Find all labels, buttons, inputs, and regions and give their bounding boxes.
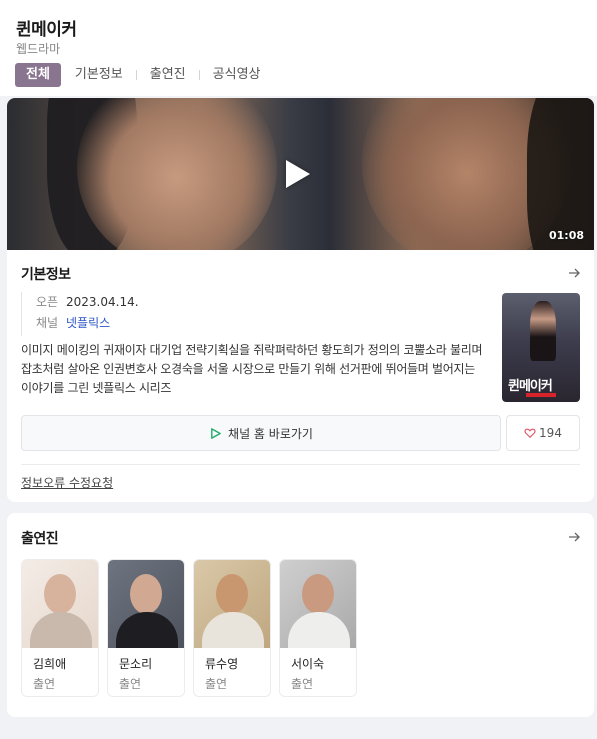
play-icon: [211, 427, 221, 439]
like-button[interactable]: 194: [506, 415, 580, 451]
cast-role: 출연: [205, 677, 228, 691]
cast-photo: [108, 560, 184, 648]
cast-photo-body: [202, 612, 264, 648]
cast-photo-head: [44, 574, 76, 614]
genre-label: 웹드라마: [16, 42, 61, 56]
cast-card-item[interactable]: 문소리 출연: [107, 559, 185, 697]
poster-image[interactable]: 퀸메이커: [502, 293, 580, 402]
video-still: [527, 98, 594, 250]
channel-home-button[interactable]: 채널 홈 바로가기: [21, 415, 501, 451]
heart-icon: [524, 428, 536, 439]
channel-home-label: 채널 홈 바로가기: [228, 426, 313, 441]
report-error-link[interactable]: 정보오류 수정요청: [21, 474, 113, 491]
cast-photo-body: [30, 612, 92, 648]
cast-role: 출연: [119, 677, 142, 691]
cast-photo: [22, 560, 98, 648]
cast-photo-head: [216, 574, 248, 614]
cast-card-item[interactable]: 김희애 출연: [21, 559, 99, 697]
cast-role: 출연: [33, 677, 56, 691]
basic-info-card: 01:08 기본정보 오픈 2023.04.14. 채널 넷플릭스 이미지 메이킹의…: [7, 98, 594, 502]
poster-title: 퀸메이커: [508, 379, 553, 394]
info-key: 오픈: [36, 295, 59, 309]
cast-card-item[interactable]: 류수영 출연: [193, 559, 271, 697]
cast-name: 류수영: [205, 657, 239, 671]
tab-all[interactable]: 전체: [15, 63, 61, 87]
poster-figure: [530, 301, 556, 361]
cast-name: 서이숙: [291, 657, 325, 671]
video-still: [77, 98, 277, 250]
tab-bar: 전체 기본정보 출연진 공식영상: [15, 63, 274, 87]
video-duration: 01:08: [548, 229, 584, 242]
tab-basic-info[interactable]: 기본정보: [61, 63, 136, 87]
play-icon[interactable]: [286, 160, 310, 188]
section-title-cast: 출연진: [21, 531, 59, 547]
synopsis: 이미지 메이킹의 귀재이자 대기업 전략기획실을 쥐락펴락하던 황도희가 정의의…: [21, 343, 483, 395]
cast-card: 출연진 김희애 출연 문소리 출연 류수영 출연 서이숙 출연: [7, 513, 594, 717]
cast-photo-head: [130, 574, 162, 614]
info-value: 2023.04.14.: [66, 295, 139, 309]
cast-name: 문소리: [119, 657, 153, 671]
cast-list: 김희애 출연 문소리 출연 류수영 출연 서이숙 출연: [21, 559, 365, 697]
arrow-right-icon[interactable]: [567, 266, 581, 280]
tab-official-video[interactable]: 공식영상: [200, 63, 274, 87]
cast-photo: [194, 560, 270, 648]
cast-photo-body: [288, 612, 350, 648]
video-player[interactable]: 01:08: [7, 98, 594, 250]
cast-name: 김희애: [33, 657, 67, 671]
arrow-right-icon[interactable]: [567, 530, 581, 544]
cast-photo-head: [302, 574, 334, 614]
channel-link[interactable]: 넷플릭스: [66, 316, 110, 330]
info-row-open: 오픈 2023.04.14.: [36, 292, 139, 313]
cast-photo: [280, 560, 356, 648]
page-title: 퀸메이커: [16, 20, 77, 40]
info-row-channel: 채널 넷플릭스: [36, 313, 139, 334]
like-count: 194: [539, 426, 562, 440]
section-title-basic-info: 기본정보: [21, 267, 71, 283]
netflix-logo: [526, 393, 556, 397]
info-rows: 오픈 2023.04.14. 채널 넷플릭스: [21, 292, 139, 336]
cast-photo-body: [116, 612, 178, 648]
cast-role: 출연: [291, 677, 314, 691]
cast-card-item[interactable]: 서이숙 출연: [279, 559, 357, 697]
info-key: 채널: [36, 316, 59, 330]
tab-cast[interactable]: 출연진: [137, 63, 199, 87]
divider: [21, 464, 580, 465]
page-header: 퀸메이커 웹드라마 전체 기본정보 출연진 공식영상: [0, 0, 597, 96]
